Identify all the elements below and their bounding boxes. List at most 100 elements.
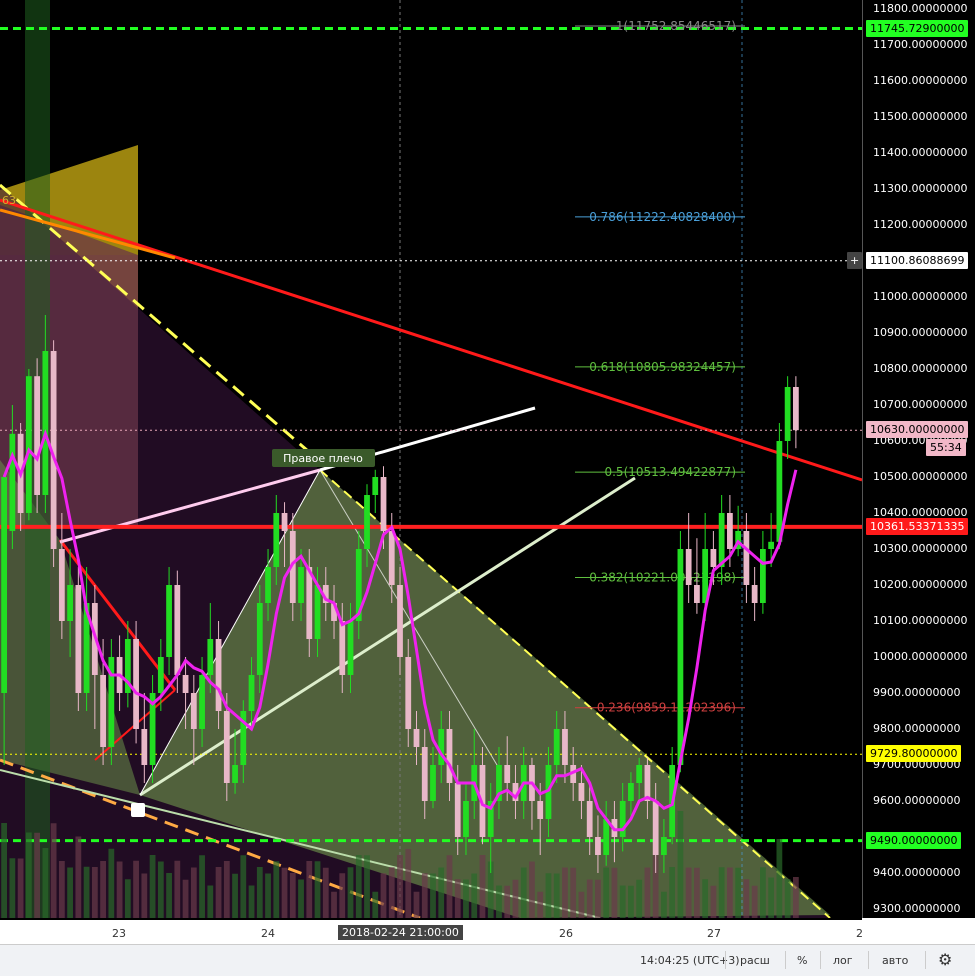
candle-body xyxy=(619,801,626,837)
log-scale-button[interactable]: лог xyxy=(833,954,853,967)
volume-bar xyxy=(430,873,436,918)
volume-bar xyxy=(611,867,618,918)
candle-body xyxy=(25,376,32,513)
candle-body xyxy=(265,567,271,603)
candle-body xyxy=(603,819,610,855)
candle-body xyxy=(430,765,436,801)
percent-scale-button[interactable]: % xyxy=(797,954,807,967)
volume-bar xyxy=(306,861,313,918)
volume-bar xyxy=(760,867,766,918)
volume-bar xyxy=(562,867,568,918)
volume-bar xyxy=(133,860,139,918)
volume-bar xyxy=(289,873,296,918)
volume-bar xyxy=(174,860,181,918)
gear-icon[interactable]: ⚙ xyxy=(938,950,952,969)
candle-body xyxy=(454,783,461,837)
volume-bar xyxy=(421,873,428,918)
volume-bar xyxy=(157,861,164,918)
candle-body xyxy=(792,387,799,431)
divider xyxy=(925,951,926,969)
price-tag: 10630.00000000 xyxy=(866,421,969,439)
candle-body xyxy=(628,783,634,801)
volume-bar xyxy=(553,873,560,918)
volume-bar xyxy=(496,885,502,918)
candle-body xyxy=(314,585,321,639)
status-bar: 14:04:25 (UTC+3) расш % лог авто ⚙ xyxy=(0,944,975,976)
volume-bar xyxy=(190,867,197,918)
candle-body xyxy=(141,729,148,765)
volume-bar xyxy=(116,861,123,918)
volume-bar xyxy=(124,879,131,918)
candle-body xyxy=(182,675,189,693)
volume-bar xyxy=(727,867,733,918)
candle-body xyxy=(364,495,370,549)
crosshair-time-label: 2018-02-24 21:00:00 xyxy=(338,925,463,940)
volume-bar xyxy=(372,891,379,918)
candle-body xyxy=(58,549,65,621)
volume-bar xyxy=(67,867,73,918)
candle-body xyxy=(751,585,758,603)
extended-hours-button[interactable]: расш xyxy=(740,954,770,967)
volume-bar xyxy=(248,885,255,918)
chart[interactable]: 1(11752.85446517) 0.786(11222.40828400) 0.… xyxy=(0,0,975,976)
volume-bar xyxy=(735,867,742,918)
volume-bar xyxy=(504,885,511,918)
candle-body xyxy=(438,729,445,765)
candle-body xyxy=(776,441,783,542)
plus-icon[interactable]: + xyxy=(847,251,863,269)
volume-bar xyxy=(454,879,461,918)
candle-body xyxy=(174,585,181,675)
fib-level-label: 0.5(10513.49422877) xyxy=(604,465,736,479)
volume-bar xyxy=(9,858,16,918)
volume-bar xyxy=(58,861,65,918)
volume-bar xyxy=(223,861,230,918)
divider xyxy=(820,951,821,969)
annotation-text: Правое плечо xyxy=(283,452,363,465)
price-scale[interactable]: 11800.00000000 11700.00000000 11600.000000… xyxy=(862,0,975,918)
volume-bar xyxy=(751,885,758,918)
volume-bar xyxy=(91,867,98,918)
volume-bar xyxy=(520,867,527,918)
time-axis[interactable]: 23 24 2018-02-24 21:00:00 26 27 2 xyxy=(0,918,863,946)
candle-body xyxy=(388,531,395,585)
volume-bar xyxy=(595,879,601,918)
volume-bar xyxy=(322,867,329,918)
volume-bar xyxy=(34,832,40,918)
volume-bar xyxy=(669,867,676,918)
volume-bar xyxy=(388,867,395,918)
volume-bar xyxy=(471,873,478,918)
price-tick-label: 9600.00000000 xyxy=(873,794,961,807)
candle-body xyxy=(537,801,544,819)
price-tick-label: 10200.00000000 xyxy=(873,578,968,591)
price-tag: 11745.72900000 xyxy=(866,19,969,37)
volume-bar xyxy=(347,867,354,918)
candle-body xyxy=(339,621,346,675)
price-tick-label: 10000.00000000 xyxy=(873,650,968,663)
fibonacci-retracement[interactable]: 1(11752.85446517) 0.786(11222.40828400) 0.… xyxy=(575,19,745,715)
annotation-right-shoulder[interactable]: Правое плечо xyxy=(272,449,375,467)
volume-bar xyxy=(83,866,90,918)
candle-body xyxy=(157,657,164,693)
volume-bar xyxy=(314,861,321,918)
fib-level-label: 0.618(10805.98324457) xyxy=(589,360,736,374)
candle-body xyxy=(743,531,750,585)
price-tag: 9490.00000000 xyxy=(866,831,962,849)
candle-body xyxy=(463,801,469,837)
candle-body xyxy=(9,433,16,531)
candle-body xyxy=(413,729,420,747)
candle-body xyxy=(397,585,403,657)
candle-body xyxy=(578,783,585,801)
candle-body xyxy=(644,765,651,801)
volume-bar xyxy=(792,877,799,918)
divider xyxy=(725,951,726,969)
fib-level-label: 0.786(11222.40828400) xyxy=(589,210,736,224)
volume-bar xyxy=(578,891,585,918)
plot-area[interactable]: 1(11752.85446517) 0.786(11222.40828400) 0.… xyxy=(0,0,862,918)
time-label: 24 xyxy=(261,927,275,940)
volume-bar xyxy=(215,867,222,918)
candle-body xyxy=(421,747,428,801)
volume-bar xyxy=(644,867,651,918)
auto-scale-button[interactable]: авто xyxy=(882,954,908,967)
volume-bar xyxy=(710,885,717,918)
price-tick-label: 9900.00000000 xyxy=(873,686,961,699)
